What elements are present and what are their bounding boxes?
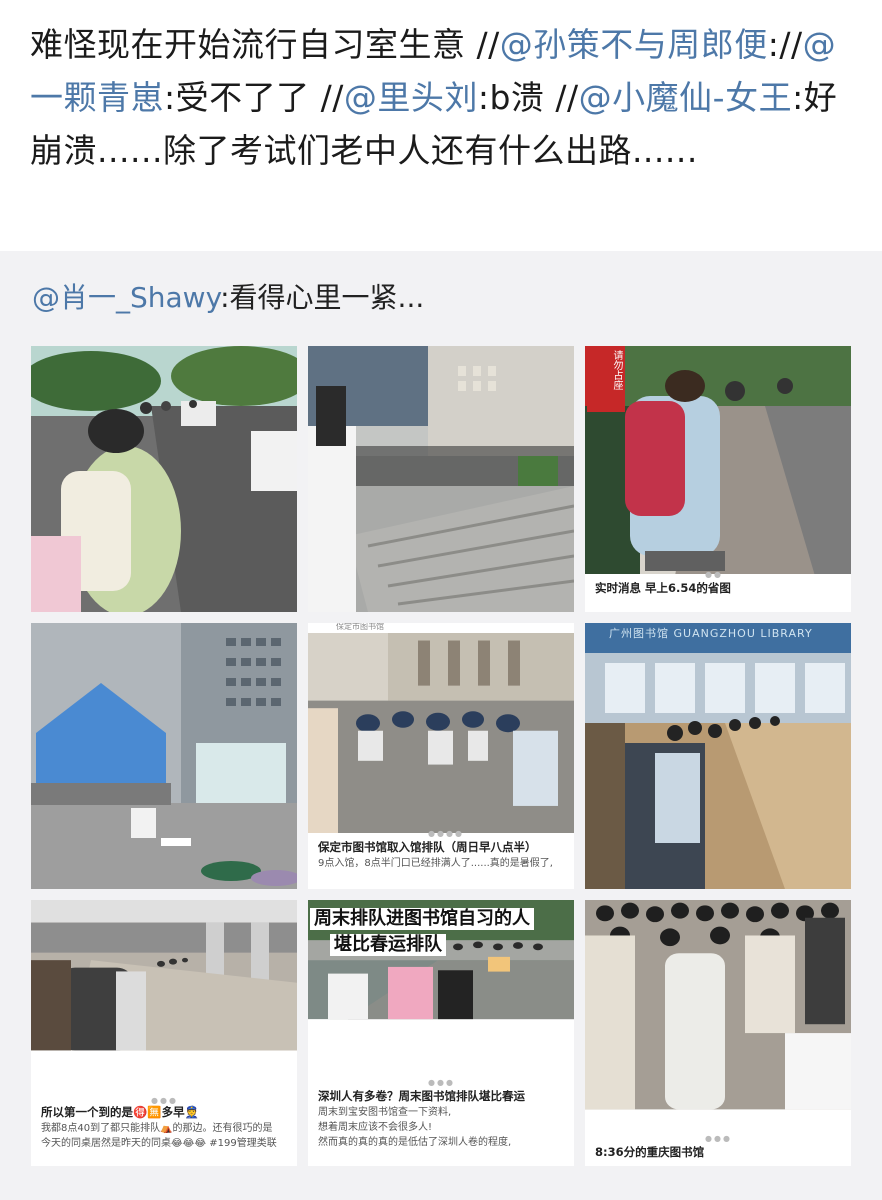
- library-building-photo: [31, 623, 297, 889]
- photo-thumbnail[interactable]: ●● 实时消息 早上6.54的省图 请勿占座: [585, 346, 851, 612]
- repost-author-link[interactable]: @肖一_Shawy: [32, 281, 220, 314]
- caption-body: 今天的同桌居然是昨天的同桌😂😂😂 #199管理类联: [41, 1138, 277, 1149]
- caption-body: 我都8点40到了都只能排队⛺的那边。还有很巧的是: [41, 1123, 273, 1134]
- photo-thumbnail[interactable]: 广州图书馆 GUANGZHOU LIBRARY: [585, 623, 851, 889]
- repost-body: :看得心里一紧...: [220, 281, 425, 314]
- photo-caption: ●●●● 保定市图书馆取入馆排队（周日早八点半） 9点入馆，8点半门口已经排满人…: [308, 829, 574, 889]
- photo-thumbnail[interactable]: [308, 346, 574, 612]
- post-text-seg: ://: [767, 25, 803, 64]
- carousel-dots: ●●●: [428, 1078, 455, 1087]
- carousel-dots: ●●●: [151, 1096, 178, 1105]
- photo-thumbnail[interactable]: 保定市图书馆 ●●●● 保定市图书馆取入馆排队（周日早八点半） 9点入馆，8点半…: [308, 623, 574, 889]
- chongqing-library-crowd-photo: [585, 900, 851, 1110]
- post-text-seg: 难怪现在开始流行自习室生意 //: [30, 25, 500, 64]
- photo-caption: ●● 实时消息 早上6.54的省图: [585, 570, 851, 612]
- photo-thumbnail[interactable]: ●●● 8:36分的重庆图书馆: [585, 900, 851, 1166]
- video-banner: 周末排队进图书馆自习的人: [310, 908, 534, 930]
- caption-body: 然而真的真的真的是低估了深圳人卷的程度,: [318, 1137, 512, 1148]
- library-sign: 广州图书馆 GUANGZHOU LIBRARY: [609, 627, 813, 640]
- photo-thumbnail[interactable]: 周末排队进图书馆自习的人 堪比春运排队 ●●● 深圳人有多卷？周末图书馆排队堪比…: [308, 900, 574, 1166]
- carousel-dots: ●●: [705, 570, 723, 579]
- mention-link[interactable]: @里头刘: [344, 78, 478, 117]
- photo-header: 保定市图书馆: [336, 623, 384, 631]
- library-stairs-queue-photo: [308, 346, 574, 612]
- photo-caption: ●●● 所以第一个到的是🉐🈚多早👮 我都8点40到了都只能排队⛺的那边。还有很巧…: [31, 1096, 297, 1166]
- repost-text: @肖一_Shawy:看得心里一紧...: [32, 276, 424, 320]
- caption-body: 9点入馆，8点半门口已经排满人了......真的是暑假了,: [318, 858, 553, 869]
- seated-queue-photo: [308, 633, 574, 833]
- photo-thumbnail[interactable]: ●●● 所以第一个到的是🉐🈚多早👮 我都8点40到了都只能排队⛺的那边。还有很巧…: [31, 900, 297, 1166]
- mention-link[interactable]: @孙策不与周郎便: [500, 25, 768, 64]
- red-banner: 请勿占座: [587, 348, 625, 412]
- video-banner: 堪比春运排队: [330, 934, 446, 956]
- guangzhou-library-queue-photo: [585, 623, 851, 889]
- carousel-dots: ●●●: [705, 1134, 732, 1143]
- post-text-seg: :b溃 //: [477, 78, 579, 117]
- mention-link[interactable]: @小魔仙-女王: [579, 78, 792, 117]
- photo-caption: ●●● 深圳人有多卷？周末图书馆排队堪比春运 周末到宝安图书馆查一下资料, 想着…: [308, 1078, 574, 1166]
- post-text-seg: :受不了了 //: [164, 78, 344, 117]
- caption-body: 周末到宝安图书馆查一下资料,: [318, 1107, 452, 1118]
- carousel-dots: ●●●●: [428, 829, 464, 838]
- photo-thumbnail[interactable]: [31, 346, 297, 612]
- plaza-queue-photo: [31, 900, 297, 1051]
- caption-body: 想着周末应该不会很多人!: [318, 1122, 433, 1133]
- photo-grid: ●● 实时消息 早上6.54的省图 请勿占座 保定市图书馆 ●●●● 保定市图书…: [31, 346, 851, 1166]
- street-queue-photo: [31, 346, 297, 612]
- photo-caption: ●●● 8:36分的重庆图书馆: [585, 1134, 851, 1166]
- photo-thumbnail[interactable]: [31, 623, 297, 889]
- post-text: 难怪现在开始流行自习室生意 //@孙策不与周郎便://@一颗青崽:受不了了 //…: [30, 18, 850, 177]
